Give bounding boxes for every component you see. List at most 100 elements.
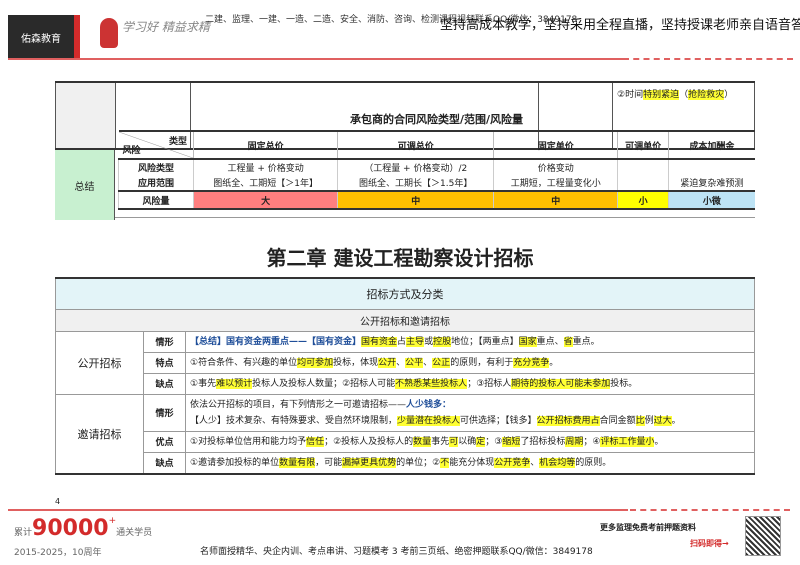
footer-contact: 名师面授精华、央企内训、考点串讲、习题模考 3 考前三页纸、绝密押题联系QQ/微…	[200, 547, 593, 557]
highlight: 过大	[653, 415, 672, 426]
corner-bottom: 风险	[122, 146, 141, 156]
risk-cell: 中	[337, 190, 494, 209]
text: 、	[396, 357, 406, 368]
table-row: 缺点 ①邀请参加投标的单位数量有限，可能漏掉更具优势的单位；②不能充分体现公开竞争…	[56, 451, 755, 474]
cell	[667, 159, 755, 175]
summary-label: 总结	[55, 150, 115, 220]
highlight: 国有资金	[361, 336, 398, 347]
text: 占	[397, 336, 407, 347]
risk-row: 风险量大中中小小微	[118, 190, 755, 209]
row-key: 缺点	[143, 451, 186, 474]
highlight: 公平	[405, 357, 424, 368]
row-content: ①事先难以预计投标人及投标人数量；②招标人可能不熟悉某些投标人；③招标人期待的投…	[185, 372, 755, 395]
highlight: 公开招标费用占	[536, 415, 600, 426]
text: ①符合条件、有兴趣的单位	[190, 357, 298, 368]
column-header: 固定总价	[192, 131, 338, 160]
text: 、	[530, 457, 540, 468]
text: 累计	[14, 528, 33, 538]
scan-link[interactable]: 扫码即得→	[690, 538, 729, 549]
text: 事先	[431, 436, 450, 447]
text: 【总结】国有资金两重点——【国有资金】	[190, 336, 362, 347]
content-line: ①对投标单位信用和能力均予信任；②投标人及投标人的数量事先可以确定；③缩短了招标…	[190, 434, 750, 450]
table-row: 缺点 ①事先难以预计投标人及投标人数量；②招标人可能不熟悉某些投标人；③招标人期待…	[56, 372, 755, 395]
group-label: 邀请招标	[55, 393, 144, 474]
risk-table-title: 承包商的合同风险类型/范围/风险量	[349, 113, 524, 126]
highlight: 特别紧迫	[643, 90, 680, 100]
row-content: 依法公开招标的项目，有下列情形之一可邀请招标——人少钱多： 【人少】技术复杂、有特…	[185, 393, 755, 432]
text: ①邀请参加投标的单位	[190, 457, 280, 468]
highlight: 不熟悉某些投标人	[395, 378, 468, 389]
row-key: 特点	[143, 351, 186, 374]
text: 了招标投标	[520, 436, 566, 447]
cell: 紧迫复杂难预测	[667, 175, 755, 191]
highlight: 期待的投标人可能未参加	[511, 378, 611, 389]
highlight: 数量	[413, 436, 432, 447]
cell	[617, 175, 669, 191]
mascot-image	[100, 18, 118, 48]
cell	[55, 81, 116, 150]
text: 通关学员	[116, 528, 153, 538]
footer-promo: 更多监理免费考前押题资料	[600, 523, 696, 532]
highlight: 可	[449, 436, 459, 447]
text: +	[108, 516, 117, 526]
text: 投标。	[610, 378, 638, 389]
footer-divider	[8, 509, 628, 511]
cell: 工期短，工程量变化小	[493, 175, 618, 191]
footer-divider-dashed	[630, 509, 790, 511]
highlight: 主导	[406, 336, 425, 347]
risk-cell: 大	[192, 190, 338, 209]
corner-top: 类型	[168, 137, 187, 147]
highlight: 公开	[378, 357, 397, 368]
text: 例	[644, 415, 654, 426]
text: 的原则，有利于	[450, 357, 514, 368]
table-row: 公开招标 情形 【总结】国有资金两重点——【国有资金】国有资金占主导或控股地位；【两…	[55, 330, 755, 395]
signature: 学习好 精益求精	[122, 20, 210, 34]
highlight: 公开竞争	[494, 457, 531, 468]
text: 投标人及投标人数量；②招标人可能	[252, 378, 396, 389]
table-caption: 招标方式及分类	[55, 277, 755, 310]
text: ；②投标人及投标人的	[324, 436, 414, 447]
highlight: 周期	[565, 436, 584, 447]
table-row: 优点 ①对投标单位信用和能力均予信任；②投标人及投标人的数量事先可以确定；③缩短了…	[56, 430, 755, 453]
column-header: 固定单价	[493, 131, 618, 160]
content-line: ①事先难以预计投标人及投标人数量；②招标人可能不熟悉某些投标人；③招标人期待的投…	[190, 376, 750, 392]
highlight: 漏掉更具优势	[342, 457, 397, 468]
content-line: ①邀请参加投标的单位数量有限，可能漏掉更具优势的单位；②不能充分体现公开竞争、机…	[190, 455, 750, 471]
summary-section: 总结 承包商的合同风险类型/范围/风险量 类型 风险 固定总价 可调总价 固定单价 可调单…	[55, 113, 755, 220]
highlight: 信任	[306, 436, 325, 447]
row-content: ①符合条件、有兴趣的单位均可参加投标，体现公开、公平、公正的原则，有利于充分竞争…	[185, 351, 755, 374]
row-content: ①对投标单位信用和能力均予信任；②投标人及投标人的数量事先可以确定；③缩短了招标…	[185, 430, 755, 453]
cell: （工程量 + 价格变动）/2	[337, 159, 494, 175]
row-key: 情形	[143, 393, 186, 432]
table-row: 特点 ①符合条件、有兴趣的单位均可参加投标，体现公开、公平、公正的原则，有利于充分…	[56, 351, 755, 374]
text: ；③招标人	[467, 378, 512, 389]
text: 能充分体现	[449, 457, 495, 468]
qr-code[interactable]	[745, 516, 781, 556]
text: ；③	[485, 436, 503, 447]
row-label: 风险量	[118, 190, 194, 209]
row-label: 风险类型	[118, 159, 194, 175]
highlight: 评标工作量小	[600, 436, 655, 447]
student-count: 90000	[32, 516, 109, 541]
footer-stats: 累计90000+ 通关学员	[14, 516, 152, 541]
brand-logo: 佑森教育	[8, 15, 80, 59]
text: 重点、	[536, 336, 564, 347]
text: 。	[549, 357, 559, 368]
bidding-table: 招标方式及分类 公开招标和邀请招标 公开招标 情形 【总结】国有资金两重点——【国有…	[55, 277, 755, 475]
text: 或	[424, 336, 434, 347]
header-divider	[8, 58, 623, 60]
highlight: 均可参加	[297, 357, 334, 368]
highlight: 省	[563, 336, 573, 347]
text: 地位；【两重点】	[451, 336, 519, 347]
text: 人少钱多：	[406, 399, 452, 410]
highlight: 不	[440, 457, 450, 468]
column-header: 可调单价	[617, 131, 669, 160]
table-row: 邀请招标 情形 依法公开招标的项目，有下列情形之一可邀请招标——人少钱多： 【人少】技…	[55, 393, 755, 474]
text: 。	[654, 436, 664, 447]
text: ，可能	[315, 457, 343, 468]
table-row: 应用范围 图纸全、工期短【＞1年】 图纸全、工期长【＞1.5年】 工期短，工程量变化小…	[118, 175, 755, 191]
header-divider-dashed	[623, 58, 793, 60]
text: ①事先	[190, 378, 217, 389]
highlight: 少量潜在投标人	[397, 415, 461, 426]
highlight: 公正	[432, 357, 451, 368]
